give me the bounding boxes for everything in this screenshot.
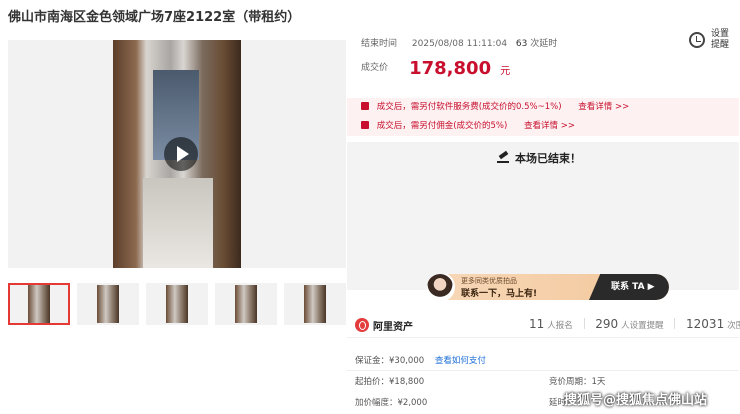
thumbnail-image: [166, 285, 188, 323]
thumbnail-image: [28, 285, 50, 323]
thumbnail-1[interactable]: [8, 283, 70, 325]
bidding-cycle: 竞价周期：1天: [549, 377, 606, 387]
auction-stats: 11人报名 290人设置提醒 12031次围观: [529, 317, 740, 331]
notice-text: 成交后，需另付佣金(成交价的5%): [376, 121, 508, 131]
notice-service-fee: 成交后，需另付软件服务费(成交价的0.5%~1%) 查看详情 >>: [347, 98, 739, 117]
agent-avatar: [427, 274, 455, 300]
gift-icon: [361, 102, 369, 110]
thumbnail-4[interactable]: [215, 283, 277, 325]
banner-title: 联系一下，马上有!: [461, 289, 538, 299]
final-price-value: 178,800: [409, 58, 492, 79]
end-time-value: 2025/08/08 11:11:04: [411, 39, 508, 49]
end-time-row: 结束时间 2025/08/08 11:11:04 63 次延时: [361, 36, 557, 49]
divider: [583, 318, 585, 329]
auction-ended-text: 本场已结束！: [515, 152, 581, 165]
divider: [347, 370, 739, 371]
signup-label: 人报名: [547, 321, 573, 331]
deposit-row: 保证金：¥30,000 查看如何支付: [355, 354, 486, 366]
thumbnail-image: [97, 285, 119, 323]
auction-ended-panel: 本场已结束！ 更多同类优质拍品 联系一下，马上有! 联系 TA ▶: [347, 142, 739, 300]
set-reminder-button[interactable]: 设置提醒: [687, 28, 739, 54]
divider: [674, 318, 676, 329]
view-label: 次围观: [727, 321, 740, 331]
gift-icon: [361, 121, 369, 129]
watermark: 搜狐号@搜狐焦点佛山站: [564, 393, 708, 408]
notice-text: 成交后，需另付软件服务费(成交价的0.5%~1%): [376, 102, 562, 112]
how-to-pay-link[interactable]: 查看如何支付: [435, 356, 486, 366]
signup-count: 11: [529, 317, 545, 331]
reminder-label: 人设置提醒: [621, 321, 664, 331]
notice-commission: 成交后，需另付佣金(成交价的5%) 查看详情 >>: [347, 117, 739, 136]
deposit-value: 保证金：¥30,000: [355, 356, 425, 366]
delay-suffix: 次延时: [530, 39, 558, 49]
thumbnail-5[interactable]: [284, 283, 346, 325]
platform-stats-row: 阿里资产 11人报名 290人设置提醒 12031次围观: [347, 312, 740, 338]
notice-details-link[interactable]: 查看详情 >>: [524, 121, 575, 131]
photo-floor: [143, 178, 213, 268]
contact-banner[interactable]: 更多同类优质拍品 联系一下，马上有! 联系 TA ▶: [427, 274, 669, 300]
view-count: 12031: [686, 317, 725, 331]
thumbnail-image: [304, 285, 326, 323]
auction-ended-message: 本场已结束！: [497, 150, 581, 166]
thumbnail-2[interactable]: [77, 283, 139, 325]
page-title: 佛山市南海区金色领域广场7座2122室（带租约）: [8, 10, 301, 25]
platform-name: 阿里资产: [373, 322, 413, 333]
gavel-icon: [497, 153, 509, 163]
play-video-icon[interactable]: [164, 137, 198, 171]
reminder-count: 290: [595, 317, 619, 331]
thumbnail-3[interactable]: [146, 283, 208, 325]
delay-count: 63: [515, 39, 528, 49]
ali-assets-logo-icon: [355, 318, 369, 332]
end-time-label: 结束时间: [361, 39, 398, 49]
bid-increment: 加价幅度：¥2,000: [355, 398, 428, 408]
contact-ta-button[interactable]: 联系 TA ▶: [589, 274, 669, 300]
start-price: 起拍价：¥18,800: [355, 377, 425, 387]
thumbnail-strip: [8, 283, 353, 325]
notice-details-link[interactable]: 查看详情 >>: [578, 102, 629, 112]
thumbnail-image: [235, 285, 257, 323]
banner-subtitle: 更多同类优质拍品: [461, 277, 517, 285]
alarm-clock-icon: [689, 32, 705, 48]
set-reminder-label: 设置提醒: [711, 29, 730, 50]
main-media-viewer[interactable]: [8, 40, 346, 268]
final-price-unit: 元: [500, 66, 511, 77]
final-price-label: 成交价: [361, 63, 389, 73]
final-price-row: 成交价 178,800 元: [361, 58, 510, 79]
